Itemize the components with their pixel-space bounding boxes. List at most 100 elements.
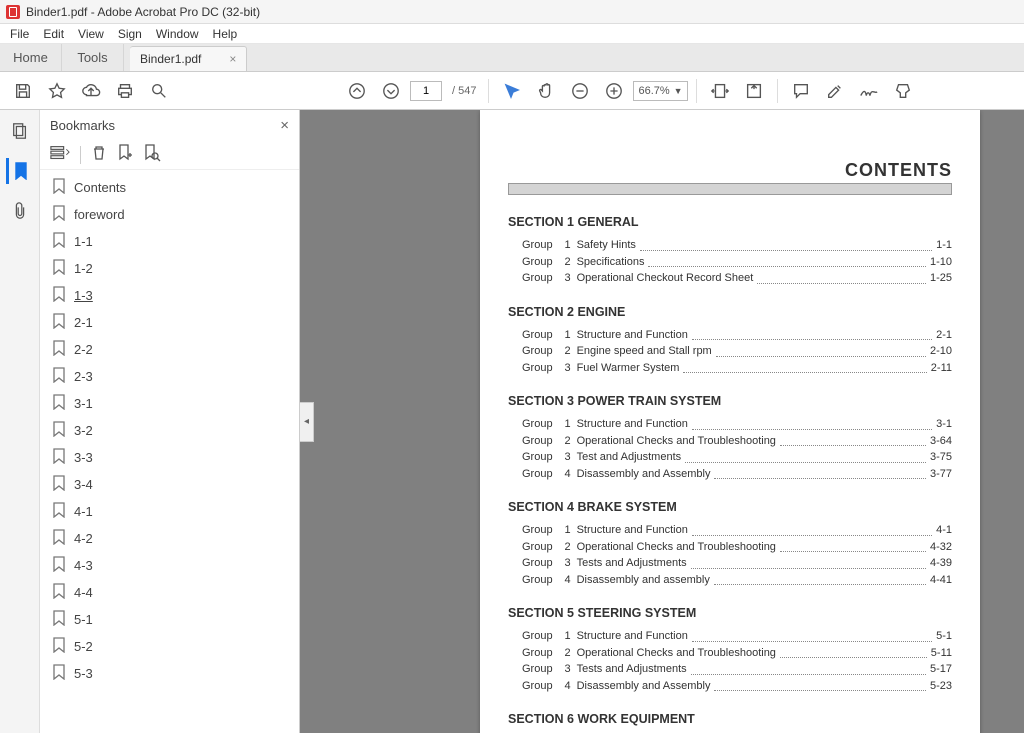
fit-page-icon[interactable] (739, 76, 769, 106)
tab-document[interactable]: Binder1.pdf × (130, 46, 247, 71)
bookmark-icon (52, 286, 66, 305)
bookmark-item[interactable]: 3-1 (40, 390, 299, 417)
toc-row: Group3Fuel Warmer System2-11 (508, 360, 952, 377)
tab-home[interactable]: Home (0, 44, 62, 71)
bookmark-icon (52, 475, 66, 494)
thumbnails-rail-icon[interactable] (6, 118, 34, 144)
toc-row: Group3Tests and Adjustments5-17 (508, 661, 952, 678)
zoom-in-icon[interactable] (599, 76, 629, 106)
tab-strip: Home Tools Binder1.pdf × (0, 44, 1024, 72)
panel-close-icon[interactable]: × (280, 117, 289, 134)
zoom-out-icon[interactable] (565, 76, 595, 106)
bookmark-icon (52, 421, 66, 440)
bookmark-item[interactable]: 3-3 (40, 444, 299, 471)
toc-row: Group4Disassembly and assembly4-41 (508, 572, 952, 589)
cloud-upload-icon[interactable] (76, 76, 106, 106)
selection-tool-icon[interactable] (497, 76, 527, 106)
bookmark-item[interactable]: 4-3 (40, 552, 299, 579)
document-viewer[interactable]: ◂ CONTENTS SECTION 1 GENERALGroup1Safety… (300, 110, 1024, 733)
toc-row: Group2Specifications1-10 (508, 254, 952, 271)
bookmark-item[interactable]: 3-4 (40, 471, 299, 498)
zoom-dropdown[interactable]: 66.7% ▼ (633, 81, 687, 101)
bookmark-label: 2-1 (74, 315, 93, 330)
page-number-input[interactable] (410, 81, 442, 101)
contents-heading: CONTENTS (508, 160, 952, 181)
attachments-rail-icon[interactable] (6, 198, 34, 224)
sign-icon[interactable] (854, 76, 884, 106)
section-heading: SECTION 4 BRAKE SYSTEM (508, 500, 952, 514)
left-rail (0, 110, 40, 733)
bookmark-icon (52, 664, 66, 683)
star-icon[interactable] (42, 76, 72, 106)
menu-help[interactable]: Help (213, 27, 238, 41)
menu-file[interactable]: File (10, 27, 29, 41)
highlight-icon[interactable] (820, 76, 850, 106)
bookmark-item[interactable]: 4-2 (40, 525, 299, 552)
bookmark-item[interactable]: 1-1 (40, 228, 299, 255)
bookmark-label: foreword (74, 207, 125, 222)
section-heading: SECTION 5 STEERING SYSTEM (508, 606, 952, 620)
menu-edit[interactable]: Edit (43, 27, 64, 41)
bookmark-item[interactable]: foreword (40, 201, 299, 228)
menu-view[interactable]: View (78, 27, 104, 41)
comment-icon[interactable] (786, 76, 816, 106)
bookmark-icon (52, 529, 66, 548)
delete-bookmark-icon[interactable] (91, 145, 107, 164)
bookmark-label: 2-2 (74, 342, 93, 357)
bookmark-item[interactable]: Contents (40, 174, 299, 201)
bookmark-label: 3-4 (74, 477, 93, 492)
print-icon[interactable] (110, 76, 140, 106)
find-icon[interactable] (144, 76, 174, 106)
page-total: / 547 (452, 85, 476, 97)
bookmark-item[interactable]: 5-3 (40, 660, 299, 687)
bookmark-icon (52, 610, 66, 629)
new-bookmark-icon[interactable] (117, 144, 133, 165)
bookmark-item[interactable]: 2-3 (40, 363, 299, 390)
bookmark-item[interactable]: 2-1 (40, 309, 299, 336)
bookmark-item[interactable]: 1-2 (40, 255, 299, 282)
bookmark-label: 4-2 (74, 531, 93, 546)
tab-close-icon[interactable]: × (229, 52, 236, 66)
stamp-icon[interactable] (888, 76, 918, 106)
bookmark-icon (52, 448, 66, 467)
bookmark-options-icon[interactable] (50, 145, 70, 164)
bookmark-icon (52, 583, 66, 602)
bookmark-item[interactable]: 1-3 (40, 282, 299, 309)
bookmark-label: 4-3 (74, 558, 93, 573)
tab-tools[interactable]: Tools (62, 44, 124, 71)
section-heading: SECTION 6 WORK EQUIPMENT (508, 712, 952, 726)
bookmark-icon (52, 259, 66, 278)
contents-bar (508, 183, 952, 195)
page-content: CONTENTS SECTION 1 GENERALGroup1Safety H… (480, 110, 980, 733)
page-down-icon[interactable] (376, 76, 406, 106)
bookmark-item[interactable]: 3-2 (40, 417, 299, 444)
bookmarks-rail-icon[interactable] (6, 158, 34, 184)
bookmark-label: 3-2 (74, 423, 93, 438)
collapse-panel-handle[interactable]: ◂ (300, 402, 314, 442)
toc-row: Group3Test and Adjustments3-75 (508, 449, 952, 466)
menu-sign[interactable]: Sign (118, 27, 142, 41)
bookmark-item[interactable]: 5-1 (40, 606, 299, 633)
fit-width-icon[interactable] (705, 76, 735, 106)
bookmark-icon (52, 232, 66, 251)
menu-window[interactable]: Window (156, 27, 199, 41)
bookmark-icon (52, 637, 66, 656)
bookmarks-panel: Bookmarks × Contentsforeword1-11-21-32-1… (40, 110, 300, 733)
toc-row: Group2Engine speed and Stall rpm2-10 (508, 343, 952, 360)
bookmarks-list[interactable]: Contents foreword 1-11-21-3 2-1 2-2 2-3 3-1 3-2… (40, 170, 299, 733)
toc-row: Group2Operational Checks and Troubleshoo… (508, 645, 952, 662)
bookmark-label: 5-1 (74, 612, 93, 627)
bookmark-icon (52, 178, 66, 197)
bookmark-label: 2-3 (74, 369, 93, 384)
save-icon[interactable] (8, 76, 38, 106)
page-up-icon[interactable] (342, 76, 372, 106)
find-bookmark-icon[interactable] (143, 144, 161, 165)
section-heading: SECTION 2 ENGINE (508, 305, 952, 319)
hand-tool-icon[interactable] (531, 76, 561, 106)
toc-row: Group4Disassembly and Assembly5-23 (508, 678, 952, 695)
bookmark-item[interactable]: 4-4 (40, 579, 299, 606)
bookmark-item[interactable]: 4-1 (40, 498, 299, 525)
bookmark-label: 3-1 (74, 396, 93, 411)
bookmark-item[interactable]: 2-2 (40, 336, 299, 363)
bookmark-item[interactable]: 5-2 (40, 633, 299, 660)
